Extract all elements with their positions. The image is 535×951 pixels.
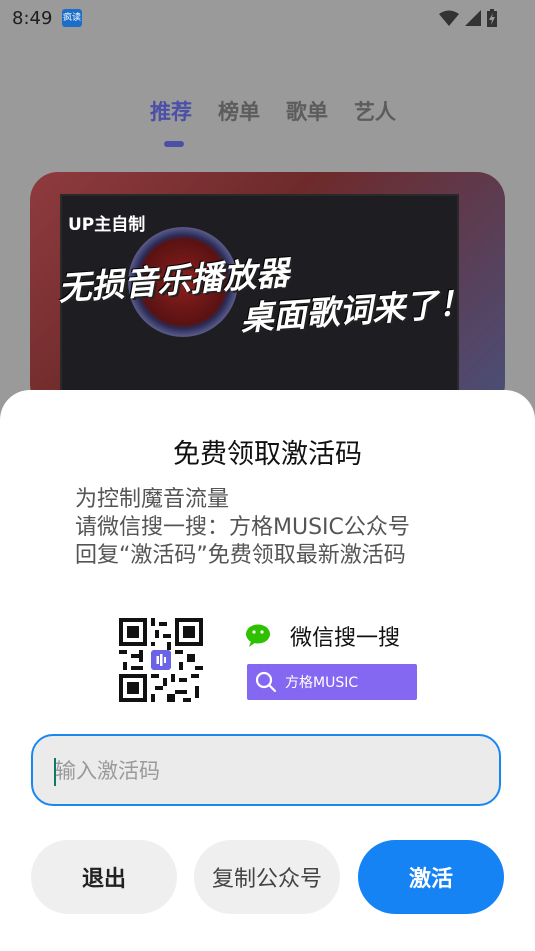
wechat-icon [246, 624, 270, 647]
banner-tag: UP主自制 [68, 215, 146, 235]
tab-playlists[interactable]: 歌单 [286, 96, 328, 126]
top-tabs: 推荐 榜单 歌单 艺人 [150, 96, 396, 126]
activation-code-field[interactable] [31, 734, 501, 806]
tab-recommend[interactable]: 推荐 [150, 96, 192, 126]
notification-app-icon: 疯读 [62, 9, 82, 27]
wechat-search-label: 微信搜一搜 [290, 626, 401, 651]
tab-charts[interactable]: 榜单 [218, 96, 260, 126]
search-icon [255, 671, 277, 693]
tab-artists[interactable]: 艺人 [354, 96, 396, 126]
dialog-description: 为控制魔音流量 请微信搜一搜：方格MUSIC公众号 回复“激活码”免费领取最新激… [75, 486, 410, 570]
qr-code-image [119, 618, 203, 702]
cell-signal-icon [465, 10, 481, 26]
activate-button[interactable]: 激活 [358, 840, 504, 914]
system-icons [439, 9, 497, 27]
dialog-title: 免费领取激活码 [173, 439, 362, 470]
description-line: 请微信搜一搜：方格MUSIC公众号 [75, 515, 410, 540]
wifi-icon [439, 10, 459, 26]
description-line: 回复“激活码”免费领取最新激活码 [75, 543, 406, 568]
description-line: 为控制魔音流量 [75, 487, 230, 512]
status-bar: 8:49 疯读 [0, 0, 535, 36]
tab-indicator [164, 141, 184, 147]
copy-account-button[interactable]: 复制公众号 [194, 840, 340, 914]
wechat-search-row: 微信搜一搜 [246, 620, 400, 652]
exit-button[interactable]: 退出 [31, 840, 177, 914]
activation-dialog: 免费领取激活码 为控制魔音流量 请微信搜一搜：方格MUSIC公众号 回复“激活码… [0, 390, 535, 951]
activation-code-input[interactable] [53, 750, 477, 792]
status-time: 8:49 [12, 8, 53, 29]
promo-banner[interactable]: UP主自制 无损音乐播放器 桌面歌词来了！ [30, 172, 505, 412]
wechat-search-pill: 方格MUSIC [247, 664, 417, 700]
search-pill-text: 方格MUSIC [285, 675, 359, 691]
battery-icon [487, 9, 497, 27]
